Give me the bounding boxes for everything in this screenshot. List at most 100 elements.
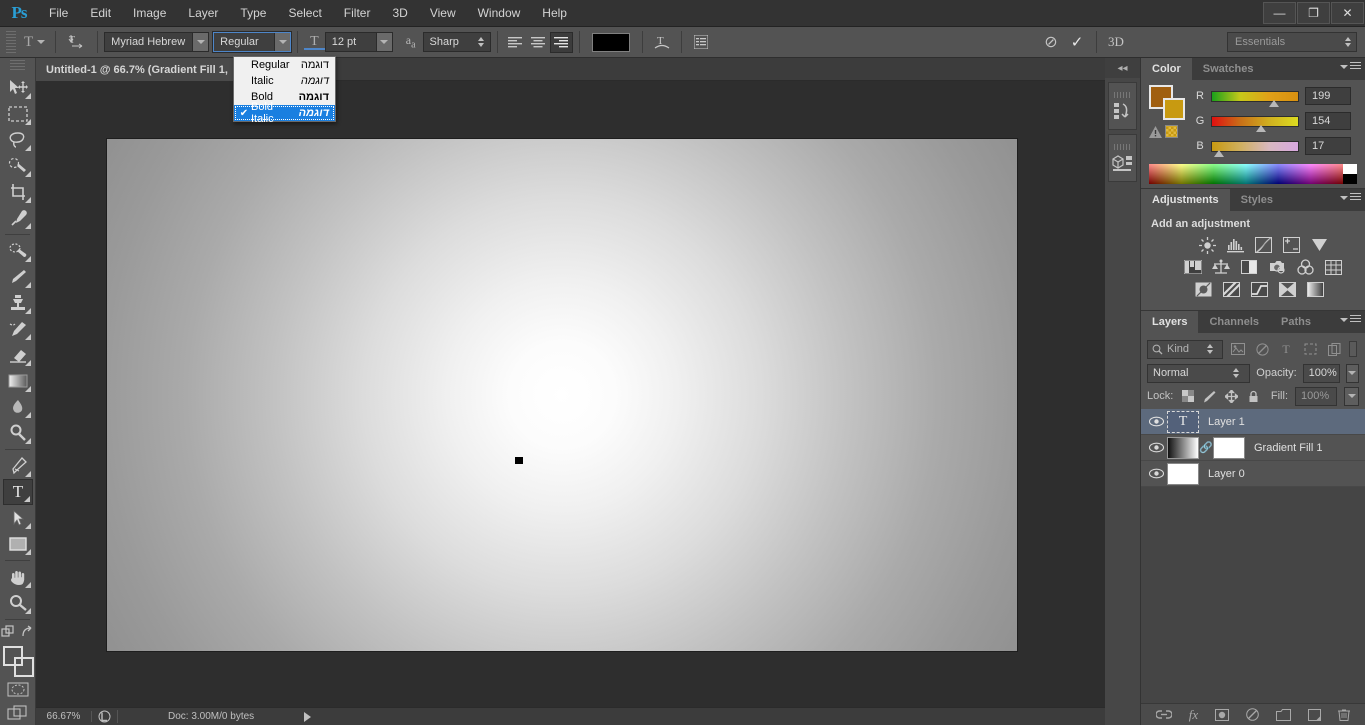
warp-text-icon[interactable]: T <box>649 31 675 53</box>
hand-tool[interactable] <box>3 564 33 590</box>
pen-tool[interactable] <box>3 453 33 479</box>
gamut-warning[interactable] <box>1149 125 1195 138</box>
layer-mask-icon[interactable] <box>1215 709 1229 721</box>
menu-select[interactable]: Select <box>277 0 332 27</box>
spinner-icon[interactable] <box>1342 37 1356 47</box>
filter-pixel-icon[interactable] <box>1229 340 1247 358</box>
hue-saturation-icon[interactable] <box>1183 258 1203 276</box>
menu-edit[interactable]: Edit <box>79 0 122 27</box>
exposure-icon[interactable] <box>1281 236 1301 254</box>
menu-window[interactable]: Window <box>467 0 532 27</box>
layer-visibility-icon[interactable] <box>1145 468 1167 479</box>
layer-row[interactable]: T Layer 1 <box>1141 409 1365 435</box>
history-panel-icon[interactable] <box>1108 82 1137 130</box>
restore-button[interactable]: ❐ <box>1297 2 1330 24</box>
background-color-swatch[interactable] <box>1163 98 1185 120</box>
filter-type-icon[interactable]: T <box>1277 340 1295 358</box>
layer-thumbnail[interactable] <box>1167 437 1199 459</box>
link-layers-icon[interactable] <box>1156 709 1172 720</box>
document-tab[interactable]: Untitled-1 @ 66.7% (Gradient Fill 1, <box>36 58 239 81</box>
g-value[interactable]: 154 <box>1305 112 1351 130</box>
font-size-select[interactable]: 12 pt <box>325 32 393 52</box>
new-adjustment-icon[interactable] <box>1246 708 1259 721</box>
tab-color[interactable]: Color <box>1141 58 1192 80</box>
menu-view[interactable]: View <box>419 0 467 27</box>
layer-row[interactable]: 🔗 Gradient Fill 1 <box>1141 435 1365 461</box>
layer-thumbnail[interactable] <box>1167 463 1199 485</box>
layer-row[interactable]: Layer 0 <box>1141 461 1365 487</box>
chevron-down-icon[interactable] <box>274 33 290 51</box>
menu-3d[interactable]: 3D <box>381 0 418 27</box>
color-spectrum-bar[interactable] <box>1149 164 1357 184</box>
text-orientation-icon[interactable]: T <box>62 33 91 52</box>
align-left-button[interactable] <box>504 32 527 53</box>
filter-smart-object-icon[interactable] <box>1325 340 1343 358</box>
workspace-select[interactable]: Essentials <box>1227 32 1357 52</box>
menu-help[interactable]: Help <box>531 0 578 27</box>
tab-paths[interactable]: Paths <box>1270 311 1322 333</box>
background-color-swatch[interactable] <box>14 657 34 677</box>
posterize-icon[interactable] <box>1221 280 1241 298</box>
layer-visibility-icon[interactable] <box>1145 442 1167 453</box>
lock-transparency-icon[interactable] <box>1180 389 1195 404</box>
lasso-tool[interactable] <box>3 127 33 153</box>
menu-image[interactable]: Image <box>122 0 177 27</box>
tab-adjustments[interactable]: Adjustments <box>1141 189 1230 211</box>
blur-tool[interactable] <box>3 394 33 420</box>
panel-menu-icon[interactable] <box>1340 315 1361 324</box>
spinner-icon[interactable] <box>1230 368 1244 378</box>
layer-thumbnail[interactable]: T <box>1167 411 1199 433</box>
vibrance-icon[interactable] <box>1309 236 1329 254</box>
lock-all-icon[interactable] <box>1246 389 1261 404</box>
eyedropper-tool[interactable] <box>3 205 33 231</box>
selective-color-icon[interactable] <box>1277 280 1297 298</box>
options-bar-grip[interactable] <box>6 31 16 53</box>
filter-toggle-switch[interactable] <box>1349 341 1357 357</box>
curves-icon[interactable] <box>1253 236 1273 254</box>
fill-dropdown-button[interactable] <box>1344 387 1359 406</box>
text-color-swatch[interactable] <box>592 33 630 52</box>
dodge-tool[interactable] <box>3 420 33 446</box>
zoom-level[interactable]: 66.67% <box>36 711 92 722</box>
crop-tool[interactable] <box>3 179 33 205</box>
channel-mixer-icon[interactable] <box>1295 258 1315 276</box>
invert-icon[interactable] <box>1193 280 1213 298</box>
new-group-icon[interactable] <box>1276 709 1291 721</box>
new-layer-icon[interactable] <box>1308 709 1321 721</box>
tab-layers[interactable]: Layers <box>1141 311 1198 333</box>
eraser-tool[interactable] <box>3 342 33 368</box>
commit-edit-button[interactable]: ✓ <box>1064 31 1090 53</box>
color-swatches[interactable] <box>2 646 34 676</box>
font-family-select[interactable]: Myriad Hebrew <box>104 32 209 52</box>
dropdown-item-regular[interactable]: Regular דוגמה <box>234 57 335 73</box>
tab-swatches[interactable]: Swatches <box>1192 58 1265 80</box>
spinner-icon[interactable] <box>1204 344 1218 354</box>
preview-icon[interactable] <box>92 710 118 723</box>
spinner-icon[interactable] <box>476 37 490 47</box>
type-tool[interactable]: T <box>3 479 33 505</box>
layer-mask-link-icon[interactable]: 🔗 <box>1199 441 1213 454</box>
menu-layer[interactable]: Layer <box>177 0 229 27</box>
g-slider[interactable] <box>1211 116 1299 127</box>
move-tool[interactable] <box>3 75 33 101</box>
dropdown-item-bold-italic[interactable]: ✔ Bold Italic דוגמה <box>234 105 335 121</box>
color-balance-icon[interactable] <box>1211 258 1231 276</box>
layer-name[interactable]: Layer 1 <box>1208 416 1245 428</box>
gradient-tool[interactable] <box>3 368 33 394</box>
tool-preset-picker[interactable]: T <box>20 34 49 51</box>
delete-layer-icon[interactable] <box>1338 708 1350 721</box>
font-style-dropdown-menu[interactable]: Regular דוגמה Italic דוגמה Bold דוגמה ✔ … <box>233 56 336 122</box>
rectangular-marquee-tool[interactable] <box>3 101 33 127</box>
collapse-panels-icon[interactable]: ◂◂ <box>1105 58 1140 78</box>
filter-shape-icon[interactable] <box>1301 340 1319 358</box>
layer-name[interactable]: Layer 0 <box>1208 468 1245 480</box>
clone-stamp-tool[interactable] <box>3 290 33 316</box>
gamut-color-chip[interactable] <box>1165 125 1178 138</box>
b-slider[interactable] <box>1211 141 1299 152</box>
layer-style-icon[interactable]: fx <box>1189 707 1198 723</box>
toolbox-grip[interactable] <box>10 60 25 72</box>
menu-type[interactable]: Type <box>229 0 277 27</box>
anti-alias-select[interactable]: Sharp <box>423 32 491 52</box>
r-value[interactable]: 199 <box>1305 87 1351 105</box>
spot-healing-brush-tool[interactable] <box>3 238 33 264</box>
